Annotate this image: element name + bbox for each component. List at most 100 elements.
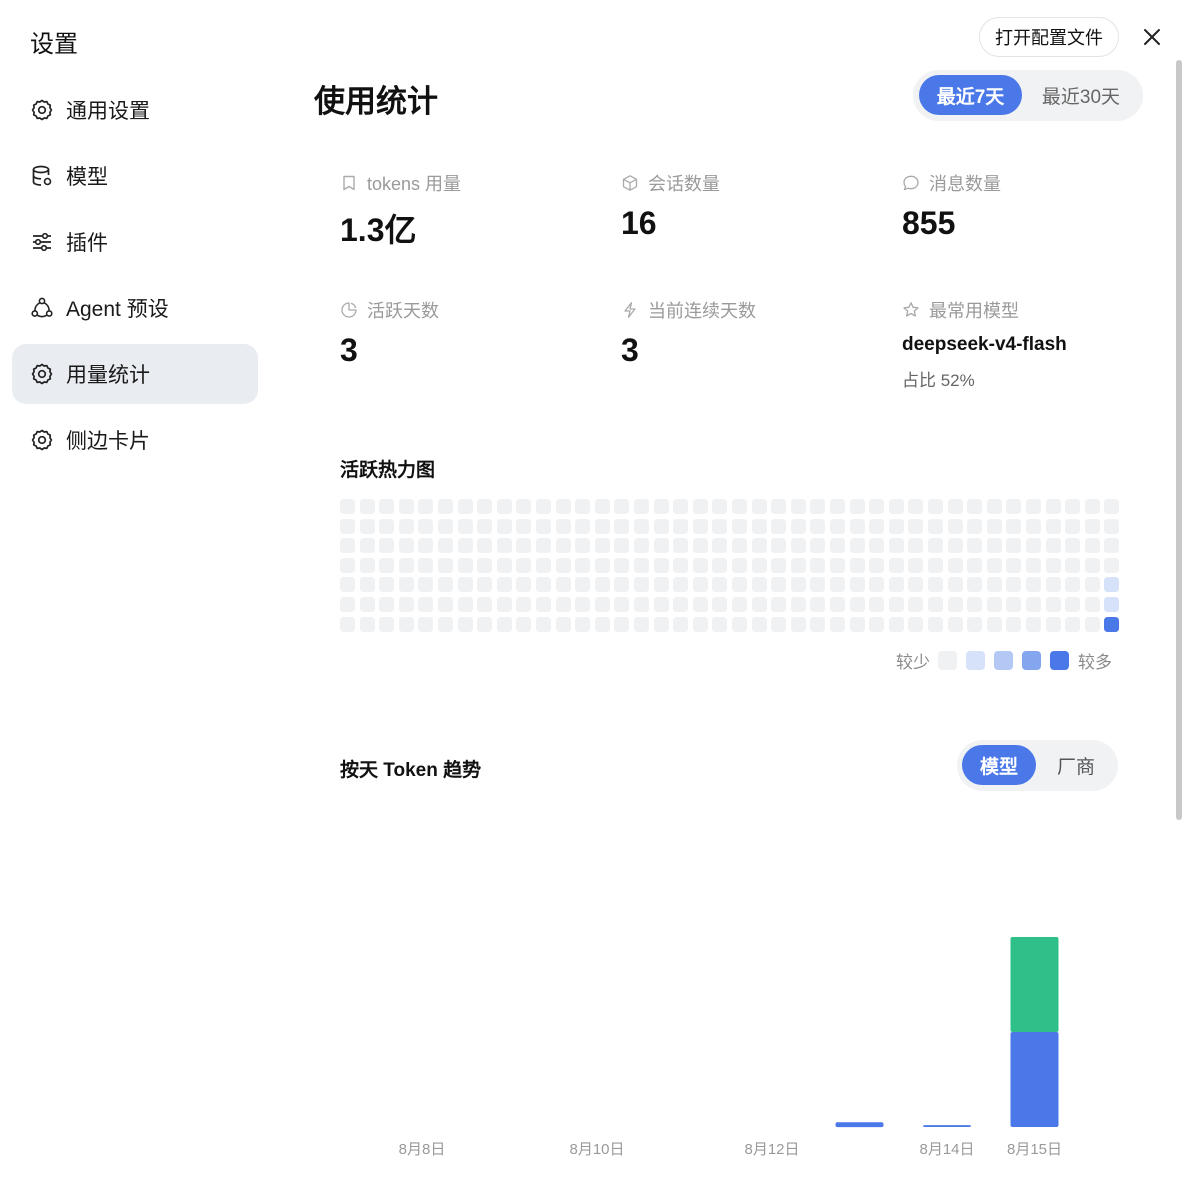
heatmap-title: 活跃热力图 — [340, 460, 436, 481]
heatmap-cell — [418, 518, 434, 534]
sidebar-item-usage-stats[interactable]: 用量统计 — [12, 344, 258, 404]
heatmap-cell — [1045, 557, 1061, 573]
heatmap-cell — [418, 577, 434, 593]
bar-segment[interactable] — [1010, 1032, 1059, 1127]
heatmap-cell — [1065, 538, 1081, 554]
activity-heatmap — [340, 499, 1120, 634]
heatmap-cell — [732, 597, 747, 612]
heatmap-cell — [928, 538, 943, 554]
sidebar-item-agent-presets[interactable]: Agent 预设 — [12, 278, 258, 338]
heatmap-cell — [986, 597, 1002, 612]
heatmap-cell — [653, 616, 669, 632]
heatmap-cell — [810, 597, 826, 612]
gear-icon — [30, 98, 54, 122]
heatmap-cell — [849, 557, 865, 573]
heatmap-cell — [359, 499, 375, 514]
page-title: 使用统计 — [314, 84, 438, 119]
heatmap-cell — [594, 577, 610, 593]
heatmap-cell — [536, 597, 551, 612]
sidebar-item-label: 插件 — [66, 232, 108, 255]
legend-swatch — [966, 651, 985, 670]
x-tick-label: 8月10日 — [569, 1141, 624, 1158]
heatmap-cell — [536, 518, 551, 534]
token-trend-chart: 8月8日 8月10日 8月12日 8月14日 8月15日 — [399, 937, 1062, 1158]
range-option-7d[interactable]: 最近7天 — [919, 75, 1022, 115]
close-button[interactable] — [1139, 24, 1165, 50]
heatmap-cell — [477, 538, 493, 554]
bar-segment[interactable] — [835, 1122, 884, 1128]
stat-top-model: 最常用模型 deepseek-v4-flash 占比 52% — [902, 297, 1067, 391]
heatmap-cell — [849, 616, 865, 632]
heatmap-cell — [418, 557, 434, 573]
sidebar-item-general[interactable]: 通用设置 — [12, 80, 258, 140]
heatmap-cell — [1026, 518, 1041, 534]
star-icon — [902, 301, 920, 319]
heatmap-cell — [359, 538, 375, 554]
legend-swatch — [1022, 651, 1041, 670]
stat-label: 当前连续天数 — [648, 301, 756, 321]
bar-segment[interactable] — [923, 1125, 971, 1127]
heatmap-cell — [516, 577, 532, 593]
heatmap-cell — [477, 499, 493, 514]
heatmap-cell — [634, 518, 649, 534]
heatmap-cell — [771, 616, 787, 632]
lightning-icon — [621, 301, 639, 319]
sidebar-item-plugins[interactable]: 插件 — [12, 212, 258, 272]
heatmap-cell — [340, 538, 355, 554]
heatmap-cell — [986, 557, 1002, 573]
open-config-button[interactable]: 打开配置文件 — [979, 17, 1119, 57]
heatmap-cell — [732, 538, 747, 554]
heatmap-cell — [575, 597, 591, 612]
trend-title: 按天 Token 趋势 — [340, 760, 482, 781]
heatmap-cell — [908, 499, 924, 514]
heatmap-cell — [536, 616, 551, 632]
heatmap-cell — [830, 577, 845, 593]
heatmap-cell — [673, 577, 689, 593]
heatmap-cell — [614, 518, 630, 534]
heatmap-cell — [1026, 577, 1041, 593]
heatmap-cell — [673, 538, 689, 554]
heatmap-cell — [947, 616, 963, 632]
group-option-model[interactable]: 模型 — [962, 745, 1036, 785]
heatmap-cell — [340, 499, 355, 514]
heatmap-cell — [1104, 616, 1120, 632]
range-option-30d[interactable]: 最近30天 — [1031, 75, 1131, 115]
heatmap-cell — [849, 518, 865, 534]
heatmap-cell — [340, 518, 355, 534]
heatmap-cell — [908, 557, 924, 573]
heatmap-cell — [790, 557, 806, 573]
heatmap-cell — [340, 597, 355, 612]
heatmap-cell — [1104, 557, 1120, 573]
heatmap-cell — [869, 557, 885, 573]
bar-segment[interactable] — [1010, 937, 1059, 1032]
heatmap-cell — [477, 518, 493, 534]
heatmap-cell — [771, 597, 787, 612]
scrollbar[interactable] — [1176, 60, 1182, 820]
heatmap-cell — [712, 538, 728, 554]
heatmap-cell — [888, 538, 904, 554]
heatmap-cell — [1084, 499, 1100, 514]
heatmap-cell — [457, 499, 473, 514]
heatmap-cell — [1084, 518, 1100, 534]
heatmap-cell — [398, 597, 414, 612]
heatmap-cell — [634, 538, 649, 554]
heatmap-cell — [359, 557, 375, 573]
heatmap-cell — [634, 597, 649, 612]
heatmap-cell — [1006, 597, 1022, 612]
heatmap-cell — [673, 557, 689, 573]
group-option-vendor[interactable]: 厂商 — [1045, 745, 1107, 785]
sidebar-item-side-cards[interactable]: 侧边卡片 — [12, 410, 258, 470]
heatmap-cell — [340, 557, 355, 573]
x-tick-label: 8月8日 — [399, 1141, 446, 1158]
heatmap-cell — [908, 577, 924, 593]
range-toggle: 最近7天 最近30天 — [913, 70, 1143, 121]
heatmap-cell — [379, 597, 395, 612]
heatmap-cell — [967, 597, 983, 612]
heatmap-cell — [869, 577, 885, 593]
heatmap-cell — [1084, 616, 1100, 632]
sidebar-item-models[interactable]: 模型 — [12, 146, 258, 206]
heatmap-cell — [496, 518, 512, 534]
heatmap-cell — [398, 499, 414, 514]
heatmap-cell — [1065, 499, 1081, 514]
heatmap-cell — [653, 518, 669, 534]
